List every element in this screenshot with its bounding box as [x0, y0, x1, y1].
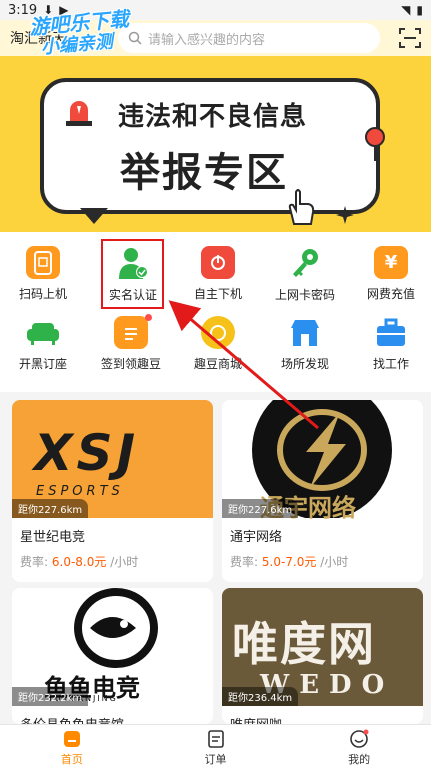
sparkle-icon: [336, 206, 354, 224]
highlight-box: [101, 239, 164, 309]
rate-unit: /小时: [110, 555, 139, 569]
speech-bubble-tail: [80, 208, 108, 224]
siren-icon: [66, 101, 92, 126]
venue-card[interactable]: XSJ ESPORTS 距你227.6km 星世纪电竞 费率: 6.0-8.0元…: [12, 400, 213, 582]
profile-icon: [350, 729, 369, 748]
menu-item-venue-discovery[interactable]: 场所发现: [262, 302, 348, 372]
coin-icon: [201, 316, 235, 349]
nav-label: 首页: [60, 753, 83, 766]
venue-card[interactable]: 唯度网 WEDO 距你236.4km 唯度网咖: [222, 588, 423, 724]
wifi-icon: ◥: [401, 3, 411, 17]
distance-badge: 距你227.6km: [12, 499, 89, 518]
search-placeholder: 请输入感兴趣的内容: [148, 32, 266, 48]
watermark: 游吧乐下载 小编亲测: [28, 7, 131, 61]
menu-item-self-logout[interactable]: 自主下机: [175, 232, 261, 302]
report-banner[interactable]: 违法和不良信息 举报专区: [0, 56, 431, 232]
nav-label: 订单: [204, 753, 227, 766]
banner-line1: 违法和不良信息: [118, 102, 308, 132]
venue-name: 多伦县鱼鱼电竞馆: [12, 706, 213, 724]
venue-image: 唯度网 WEDO 距你236.4km: [222, 588, 423, 706]
venue-rate: 费率: 6.0-8.0元 /小时: [12, 545, 213, 570]
venue-logo-sub: ESPORTS: [36, 484, 124, 499]
menu-label: 自主下机: [193, 287, 242, 301]
menu-item-find-job[interactable]: 找工作: [348, 302, 431, 372]
banner-line2: 举报专区: [120, 150, 288, 196]
menu-item-recharge[interactable]: ¥ 网费充值: [348, 232, 431, 302]
key-icon: [288, 246, 322, 280]
pin-icon: [365, 127, 385, 161]
distance-badge: 距你232.2km: [12, 687, 89, 706]
notification-dot: [145, 314, 152, 321]
store-icon: [288, 316, 322, 349]
rate-unit: /小时: [320, 555, 349, 569]
fish-logo-icon: [74, 588, 158, 668]
briefcase-icon: [374, 316, 408, 349]
menu-item-team-booking[interactable]: 开黑订座: [0, 302, 86, 372]
venue-name: 唯度网咖: [222, 706, 423, 724]
menu-label: 找工作: [372, 357, 409, 371]
sofa-icon: [26, 316, 60, 349]
scan-phone-icon: [26, 246, 60, 279]
menu-item-bean-mall[interactable]: 趣豆商城: [175, 302, 261, 372]
nav-orders[interactable]: 订单: [144, 725, 288, 771]
venue-logo-text: 唯度网: [232, 617, 376, 671]
menu-label: 上网卡密码: [274, 288, 335, 302]
nav-home[interactable]: 首页: [0, 725, 144, 771]
status-right-icons: ◥ ▮: [401, 3, 423, 17]
menu-item-checkin[interactable]: 签到领趣豆: [88, 302, 174, 372]
search-input[interactable]: 请输入感兴趣的内容: [118, 23, 380, 53]
venue-logo-text: XSJ: [34, 424, 140, 482]
menu-label: 网费充值: [366, 287, 415, 301]
menu-label: 开黑订座: [18, 357, 67, 371]
scan-icon: [399, 28, 421, 48]
venue-name: 星世纪电竞: [20, 530, 86, 545]
logout-monitor-icon: [201, 246, 235, 279]
distance-badge: 距你236.4km: [222, 687, 299, 706]
nav-label: 我的: [348, 753, 371, 766]
checkin-calendar-icon: [114, 314, 152, 349]
app-screen: 3:19 ⬇ ▶ ◥ ▮ 游吧乐下载 小编亲测 淘汇新天... 请输入感兴趣的内…: [0, 0, 431, 771]
venue-image: XSJ ESPORTS 距你227.6km: [12, 400, 213, 518]
menu-label: 趣豆商城: [193, 357, 242, 371]
rate-label: 费率:: [230, 555, 259, 569]
distance-badge: 距你227.6km: [222, 499, 299, 518]
rate-label: 费率:: [20, 555, 49, 569]
venue-image: 通宇网络 距你227.6km: [222, 400, 423, 522]
menu-item-card-password[interactable]: 上网卡密码: [262, 232, 348, 302]
recharge-icon: ¥: [374, 246, 408, 279]
hand-cursor-icon: [288, 189, 315, 225]
battery-icon: ▮: [416, 3, 423, 17]
menu-label: 签到领趣豆: [100, 357, 161, 371]
home-icon: [63, 731, 80, 747]
order-icon: [207, 730, 224, 748]
venue-image: 鱼鱼电竞 YUYUANJING 距你232.2km: [12, 588, 213, 706]
venue-card[interactable]: 通宇网络 距你227.6km 通宇网络 费率: 5.0-7.0元 /小时: [222, 400, 423, 582]
menu-item-scan-login[interactable]: 扫码上机: [0, 232, 86, 302]
rate-price: 5.0-7.0元: [261, 555, 317, 569]
menu-label: 场所发现: [280, 357, 329, 371]
nav-profile[interactable]: 我的: [287, 725, 431, 771]
scan-button[interactable]: [399, 27, 421, 49]
venue-rate: 费率: 5.0-7.0元 /小时: [222, 545, 423, 570]
menu-label: 扫码上机: [18, 287, 67, 301]
venue-card[interactable]: 鱼鱼电竞 YUYUANJING 距你232.2km 多伦县鱼鱼电竞馆: [12, 588, 213, 724]
bottom-nav: 首页 订单 我的: [0, 724, 431, 771]
quick-menu: 扫码上机 实名认证 自主下机 上网卡密码 ¥ 网费充值 开黑订座 签到领趣豆 趣…: [0, 232, 431, 392]
rate-price: 6.0-8.0元: [51, 555, 107, 569]
